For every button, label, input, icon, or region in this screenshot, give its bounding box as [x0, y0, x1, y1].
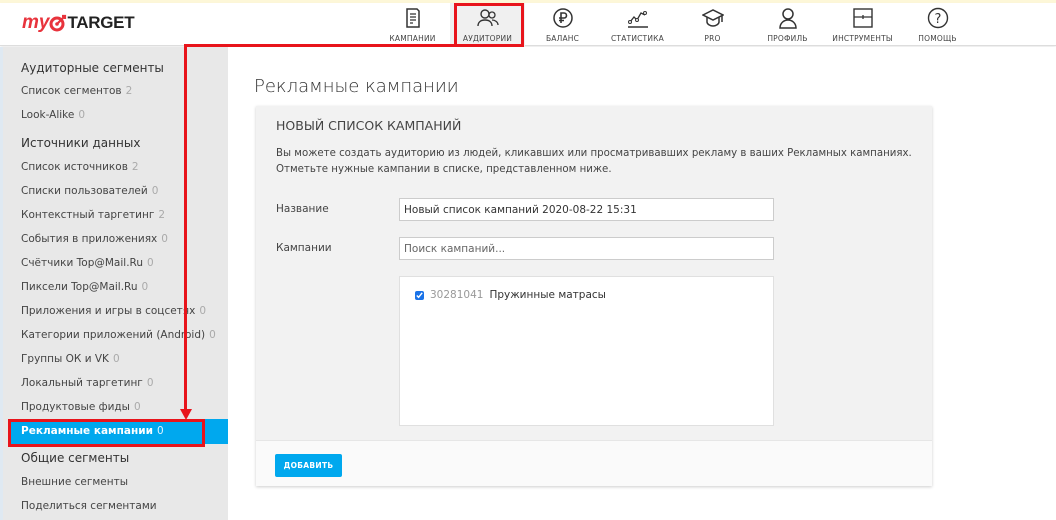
sidebar-item-label: Продуктовые фиды	[21, 401, 130, 413]
sidebar-heading-data-sources: Источники данных	[21, 136, 141, 150]
sidebar-item-count: 0	[147, 257, 154, 269]
sidebar-item-user-lists[interactable]: Списки пользователей 0	[21, 185, 158, 197]
sidebar-item-local-targeting[interactable]: Локальный таргетинг 0	[21, 377, 154, 389]
nav-statistics[interactable]: СТАТИСТИКА	[600, 3, 675, 46]
sidebar-item-label: Look-Alike	[21, 109, 75, 121]
sidebar-item-count: 0	[151, 185, 159, 197]
nav-label: PRO	[704, 34, 721, 43]
sidebar-item-label: Группы ОК и VK	[21, 353, 109, 365]
add-button[interactable]: ДОБАВИТЬ	[275, 454, 342, 477]
sidebar-item-product-feeds[interactable]: Продуктовые фиды 0	[21, 401, 141, 413]
sidebar-item-external-segments[interactable]: Внешние сегменты	[21, 476, 128, 488]
document-icon	[405, 8, 420, 28]
chart-line-icon	[627, 11, 648, 28]
sidebar-item-ad-campaigns[interactable]: Рекламные кампании 0	[21, 425, 164, 437]
sidebar-item-label: Списки пользователей	[21, 185, 148, 197]
sidebar-item-count: 0	[146, 377, 154, 389]
card-description: Вы можете создать аудиторию из людей, кл…	[276, 146, 916, 178]
campaign-search-input[interactable]	[399, 237, 774, 260]
sidebar-item-count: 0	[78, 109, 86, 121]
card-footer: ДОБАВИТЬ	[256, 440, 932, 486]
sidebar-item-ok-vk-groups[interactable]: Группы ОК и VK 0	[21, 353, 120, 365]
sidebar-item-count: 0	[209, 329, 216, 341]
sidebar-item-label: Приложения и игры в соцсетях	[21, 305, 196, 317]
campaign-name: Пружинные матрасы	[489, 289, 606, 301]
description-line: Вы можете создать аудиторию из людей, кл…	[276, 148, 912, 159]
card-title: НОВЫЙ СПИСОК КАМПАНИЙ	[276, 118, 462, 133]
sidebar-item-label: Пиксели Top@Mail.Ru	[21, 281, 138, 293]
sidebar-item-segment-list[interactable]: Список сегментов 2	[21, 85, 132, 97]
main-nav: КАМПАНИИ АУДИТОРИИ БАЛАНС СТАТИСТИКА PRO…	[375, 3, 975, 46]
sidebar-item-source-list[interactable]: Список источников 2	[21, 161, 139, 173]
users-icon	[476, 9, 499, 27]
campaigns-label: Кампании	[276, 242, 332, 254]
nav-label: ПОМОЩЬ	[918, 34, 957, 43]
sidebar-item-label: Категории приложений (Android)	[21, 329, 206, 341]
name-label: Название	[276, 203, 329, 215]
annotation-arrow-vertical	[184, 44, 187, 410]
page-title: Рекламные кампании	[254, 76, 459, 97]
nav-campaigns[interactable]: КАМПАНИИ	[375, 3, 450, 46]
sidebar-item-count: 0	[133, 401, 141, 413]
nav-pro[interactable]: PRO	[675, 3, 750, 46]
sidebar-item-label: Рекламные кампании	[21, 425, 153, 437]
ruble-icon	[552, 8, 573, 28]
sidebar-item-social-apps[interactable]: Приложения и игры в соцсетях 0	[21, 305, 206, 317]
annotation-arrow-head-icon	[180, 409, 192, 420]
top-bar: my TARGET КАМПАНИИ АУДИТОРИИ БАЛАНС СТАТ…	[0, 3, 1056, 46]
new-campaign-list-card: НОВЫЙ СПИСОК КАМПАНИЙ Вы можете создать …	[256, 106, 932, 486]
description-line: Отметьте нужные кампании в списке, предс…	[276, 164, 612, 175]
graduation-cap-icon	[701, 9, 724, 27]
nav-audiences[interactable]: АУДИТОРИИ	[450, 3, 525, 46]
nav-label: ПРОФИЛЬ	[767, 34, 808, 43]
logo-my: my	[22, 12, 50, 33]
sidebar-item-count: 2	[158, 209, 166, 221]
sidebar-item-share-segments[interactable]: Поделиться сегментами	[21, 500, 157, 512]
campaign-checkbox[interactable]	[415, 290, 424, 300]
nav-label: СТАТИСТИКА	[610, 34, 665, 43]
sidebar-heading-shared-segments: Общие сегменты	[21, 451, 130, 465]
sidebar-item-count: 2	[125, 85, 133, 97]
nav-profile[interactable]: ПРОФИЛЬ	[750, 3, 825, 46]
logo-target: TARGET	[67, 13, 135, 32]
campaign-list-item[interactable]: 30281041 Пружинные матрасы	[415, 289, 606, 301]
sidebar-item-counters[interactable]: Счётчики Top@Mail.Ru 0	[21, 257, 154, 269]
nav-label: ИНСТРУМЕНТЫ	[832, 34, 893, 43]
nav-help[interactable]: ? ПОМОЩЬ	[900, 3, 975, 46]
nav-label: АУДИТОРИИ	[462, 34, 513, 43]
nav-balance[interactable]: БАЛАНС	[525, 3, 600, 46]
sidebar-item-count: 0	[161, 233, 168, 245]
svg-text:?: ?	[934, 12, 941, 27]
campaign-list: 30281041 Пружинные матрасы	[399, 276, 774, 426]
tools-icon	[852, 8, 873, 28]
sidebar-item-label: Список сегментов	[21, 85, 122, 97]
help-icon: ?	[927, 7, 948, 29]
logo[interactable]: my TARGET	[22, 12, 135, 34]
sidebar-item-label: Контекстный таргетинг	[21, 209, 155, 221]
annotation-arrow-horizontal	[184, 44, 524, 47]
sidebar-item-label: Счётчики Top@Mail.Ru	[21, 257, 144, 269]
sidebar-item-pixels[interactable]: Пиксели Top@Mail.Ru 0	[21, 281, 148, 293]
user-icon	[778, 8, 797, 29]
sidebar-item-look-alike[interactable]: Look-Alike 0	[21, 109, 85, 121]
nav-label: КАМПАНИИ	[389, 34, 436, 43]
sidebar-item-app-events[interactable]: События в приложениях 0	[21, 233, 168, 245]
sidebar-item-count: 0	[199, 305, 207, 317]
sidebar-item-count: 0	[156, 425, 164, 437]
sidebar-heading-audience-segments: Аудиторные сегменты	[21, 61, 164, 75]
sidebar-item-count: 0	[141, 281, 149, 293]
campaign-id: 30281041	[430, 289, 484, 301]
sidebar-item-count: 2	[131, 161, 139, 173]
nav-label: БАЛАНС	[545, 34, 580, 43]
sidebar-item-context-targeting[interactable]: Контекстный таргетинг 2	[21, 209, 165, 221]
sidebar-item-count: 0	[112, 353, 120, 365]
name-input[interactable]	[399, 198, 774, 221]
sidebar-item-label: Список источников	[21, 161, 128, 173]
sidebar-item-label: Локальный таргетинг	[21, 377, 143, 389]
sidebar-item-label: События в приложениях	[21, 233, 158, 245]
target-logo-icon	[49, 14, 67, 32]
nav-tools[interactable]: ИНСТРУМЕНТЫ	[825, 3, 900, 46]
